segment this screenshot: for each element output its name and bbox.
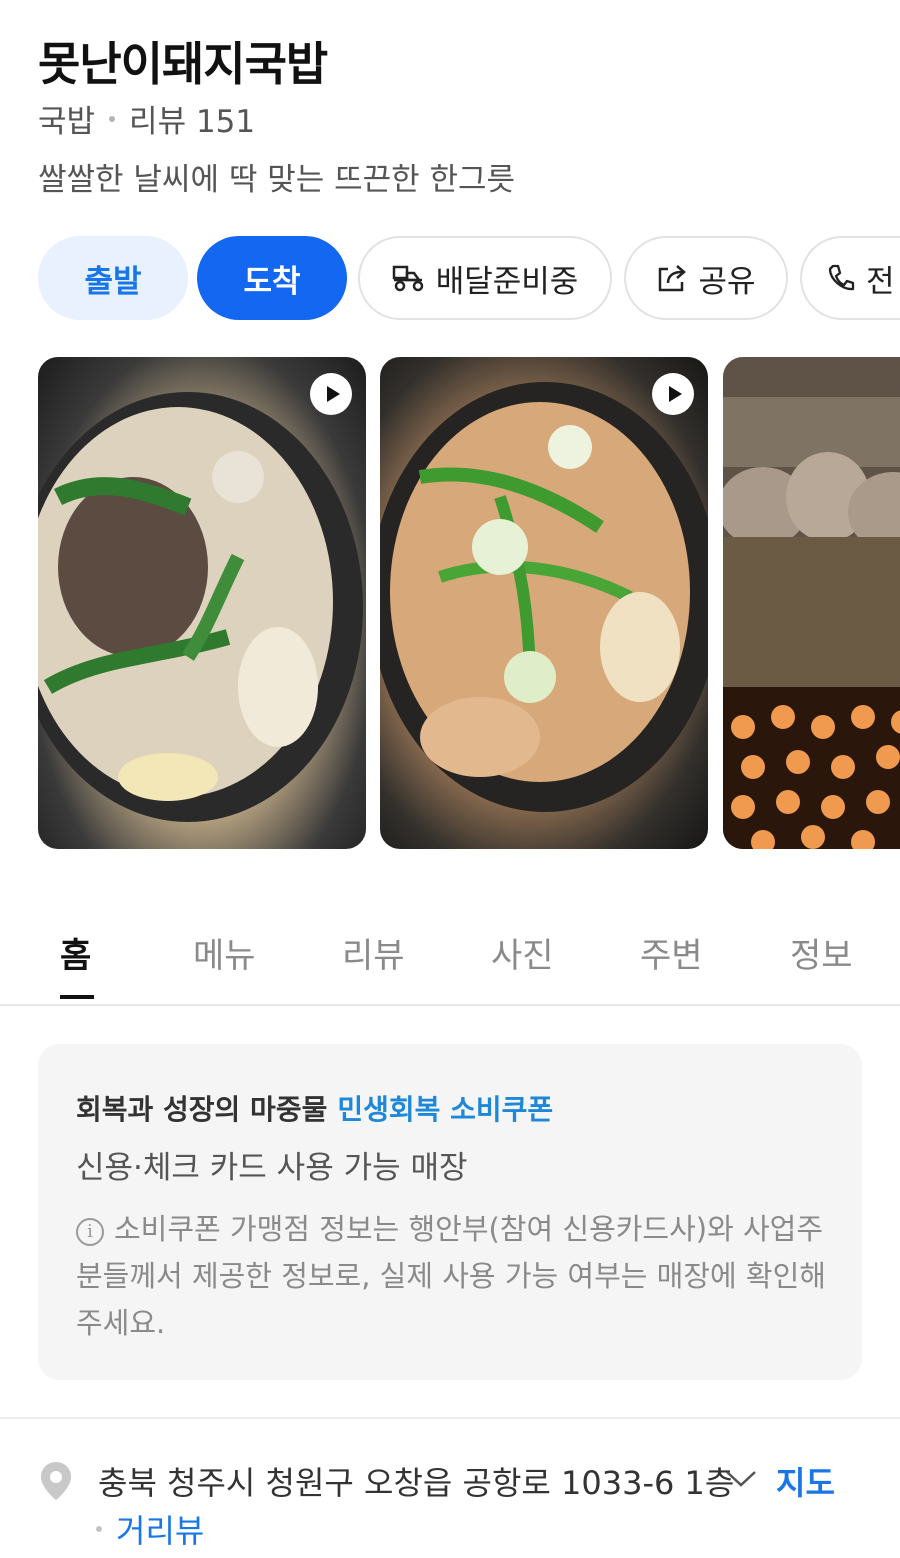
delivery-bike-icon bbox=[392, 265, 423, 292]
coupon-notice: i 소비쿠폰 가맹점 정보는 행안부(참여 신용카드사)와 사업주분들께서 제공한… bbox=[76, 1206, 832, 1347]
share-icon bbox=[659, 265, 687, 292]
place-meta: 국밥 리뷰 151 bbox=[38, 96, 255, 141]
action-buttons: 출발 도착 배달준비중 공유 전 bbox=[38, 236, 900, 322]
tab-nearby[interactable]: 주변 bbox=[640, 928, 703, 977]
play-icon[interactable] bbox=[652, 373, 694, 415]
tab-photos[interactable]: 사진 bbox=[491, 928, 554, 977]
separator-dot bbox=[96, 1526, 102, 1532]
tab-info[interactable]: 정보 bbox=[790, 928, 853, 977]
tab-menu[interactable]: 메뉴 bbox=[193, 928, 256, 977]
info-icon: i bbox=[76, 1217, 104, 1246]
tab-reviews[interactable]: 리뷰 bbox=[342, 928, 405, 977]
active-tab-indicator bbox=[60, 995, 94, 999]
street-view-row: 거리뷰 bbox=[96, 1506, 204, 1552]
call-label: 전 bbox=[866, 263, 895, 300]
place-name: 못난이돼지국밥 bbox=[38, 37, 328, 91]
coupon-headline-accent: 민생회복 소비쿠폰 bbox=[337, 1093, 554, 1126]
place-tabs: 홈 메뉴 리뷰 사진 주변 정보 bbox=[0, 906, 900, 1006]
call-button[interactable]: 전 bbox=[800, 236, 900, 320]
chevron-down-icon[interactable] bbox=[724, 1468, 758, 1490]
coupon-notice-text: 소비쿠폰 가맹점 정보는 행안부(참여 신용카드사)와 사업주분들께서 제공한 … bbox=[76, 1212, 826, 1340]
play-icon[interactable] bbox=[310, 373, 352, 415]
photo-thumbnail[interactable] bbox=[380, 357, 708, 849]
coupon-subtitle: 신용·체크 카드 사용 가능 매장 bbox=[76, 1150, 468, 1186]
map-link[interactable]: 지도 bbox=[776, 1458, 835, 1504]
depart-button[interactable]: 출발 bbox=[38, 236, 188, 320]
coupon-headline-text: 회복과 성장의 마중물 bbox=[76, 1093, 328, 1126]
food-photo-graphic bbox=[380, 382, 708, 812]
tab-home[interactable]: 홈 bbox=[60, 928, 91, 977]
section-divider bbox=[0, 1417, 900, 1419]
phone-icon bbox=[828, 264, 855, 291]
place-description: 쌀쌀한 날씨에 딱 맞는 뜨끈한 한그릇 bbox=[38, 162, 516, 198]
share-label: 공유 bbox=[698, 263, 756, 300]
coupon-card[interactable]: 회복과 성장의 마중물 민생회복 소비쿠폰 신용·체크 카드 사용 가능 매장 i… bbox=[38, 1044, 862, 1380]
review-count-link[interactable]: 리뷰 151 bbox=[129, 96, 255, 141]
food-photo-graphic bbox=[38, 392, 363, 822]
location-pin-icon bbox=[41, 1462, 71, 1500]
place-category: 국밥 bbox=[38, 104, 96, 140]
coupon-headline: 회복과 성장의 마중물 민생회복 소비쿠폰 bbox=[76, 1088, 553, 1128]
photo-carousel[interactable] bbox=[38, 357, 900, 851]
separator-dot bbox=[109, 115, 116, 122]
address-text: 충북 청주시 청원구 오창읍 공항로 1033-6 1층 bbox=[98, 1464, 735, 1502]
share-button[interactable]: 공유 bbox=[624, 236, 788, 320]
photo-thumbnail[interactable] bbox=[38, 357, 366, 849]
stone-candle-photo-graphic bbox=[723, 357, 900, 849]
delivery-label: 배달준비중 bbox=[435, 263, 579, 300]
photo-thumbnail[interactable] bbox=[723, 357, 900, 849]
delivery-button[interactable]: 배달준비중 bbox=[358, 236, 612, 320]
street-view-link[interactable]: 거리뷰 bbox=[116, 1506, 204, 1552]
arrive-button[interactable]: 도착 bbox=[197, 236, 347, 320]
